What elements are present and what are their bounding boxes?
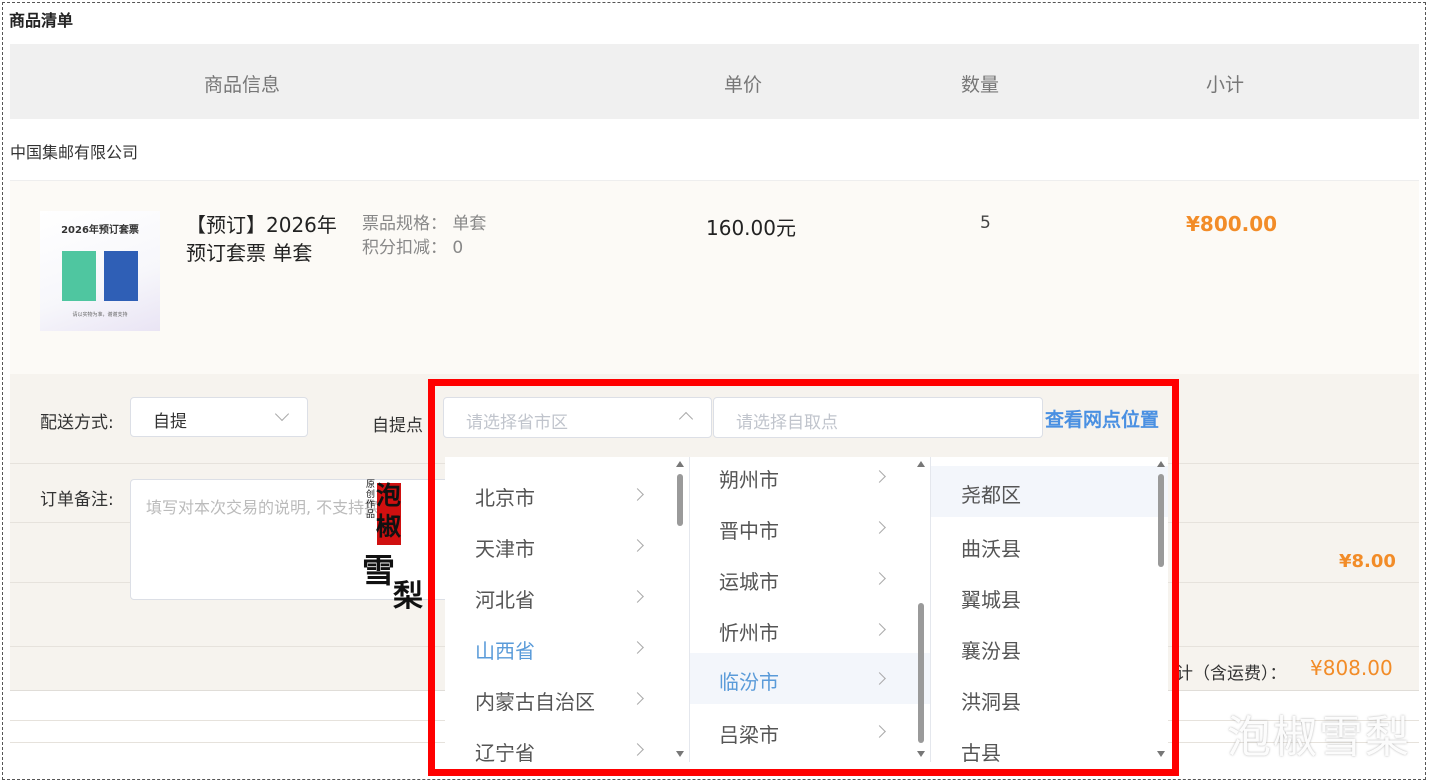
header-unit-price: 单价 bbox=[724, 74, 763, 96]
watermark-li: 梨 bbox=[393, 579, 423, 614]
item-subtotal: ¥800.00 bbox=[1186, 212, 1278, 236]
watermark-vertical-text: 泡椒 bbox=[376, 481, 402, 541]
watermark-corner-text: 泡椒雪梨 bbox=[1227, 712, 1411, 763]
points-text: 积分扣减： 0 bbox=[362, 238, 464, 258]
delivery-method-label: 配送方式: bbox=[40, 413, 114, 433]
product-image[interactable]: 2026年预订套票 请以实物为准，谢谢支持 bbox=[40, 211, 160, 331]
product-image-caption: 请以实物为准，谢谢支持 bbox=[72, 312, 128, 318]
header-subtotal: 小计 bbox=[1206, 74, 1245, 96]
total-label: 计（含运费）： bbox=[1176, 664, 1287, 684]
quantity: 5 bbox=[980, 213, 991, 233]
table-header: 商品信息 单价 数量 小计 bbox=[10, 44, 1419, 119]
shop-name: 中国集邮有限公司 bbox=[10, 143, 139, 162]
product-spec: 票品规格： 单套 积分扣减： 0 bbox=[362, 212, 486, 260]
header-quantity: 数量 bbox=[961, 74, 1000, 96]
highlight-box bbox=[428, 379, 1179, 776]
total-amount: ¥808.00 bbox=[1310, 656, 1393, 680]
product-name[interactable]: 【预订】2026年预订套票 单套 bbox=[186, 211, 346, 267]
delivery-method-select[interactable]: 自提 bbox=[130, 397, 308, 437]
order-note-placeholder: 填写对本次交易的说明, 不支持换货 bbox=[146, 498, 397, 517]
header-product-info: 商品信息 bbox=[204, 74, 281, 96]
watermark-small-text: 原创作品 bbox=[366, 480, 376, 520]
freight-amount: ¥8.00 bbox=[1339, 551, 1396, 572]
product-image-title: 2026年预订套票 bbox=[61, 225, 139, 236]
table-row: 2026年预订套票 请以实物为准，谢谢支持 【预订】2026年预订套票 单套 票… bbox=[10, 180, 1419, 374]
watermark-stamp: 原创作品 泡椒 雪 梨 bbox=[362, 480, 430, 614]
stamp-blue bbox=[104, 251, 138, 301]
stamp-green bbox=[62, 251, 96, 301]
watermark-xue: 雪 bbox=[362, 551, 395, 590]
chevron-down-icon bbox=[274, 406, 290, 422]
pickup-point-label: 自提点 bbox=[372, 416, 423, 436]
section-title: 商品清单 bbox=[9, 11, 74, 30]
spec-text: 票品规格： 单套 bbox=[362, 214, 487, 234]
delivery-method-value: 自提 bbox=[153, 412, 187, 432]
unit-price: 160.00元 bbox=[706, 216, 796, 240]
order-note-label: 订单备注: bbox=[40, 490, 114, 510]
